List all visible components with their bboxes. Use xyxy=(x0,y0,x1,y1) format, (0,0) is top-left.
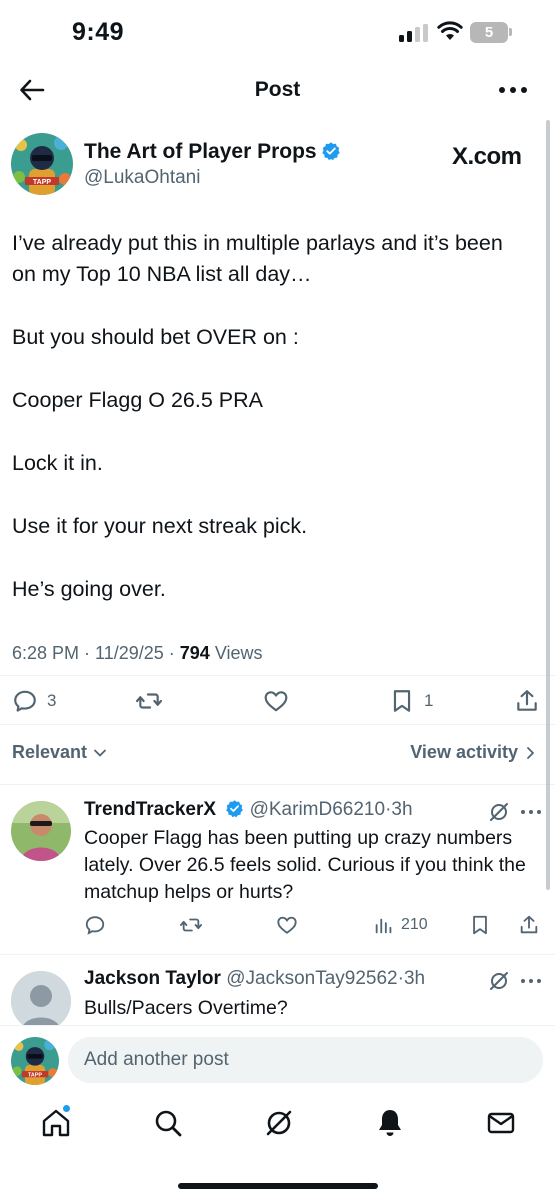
battery-icon: 5 xyxy=(470,22,512,43)
divider xyxy=(0,675,555,676)
reply-count: 3 xyxy=(47,691,57,710)
grok-icon xyxy=(266,1110,292,1136)
views-label: Views xyxy=(214,643,263,663)
view-activity-label: View activity xyxy=(410,742,518,762)
reply-button[interactable] xyxy=(84,914,106,936)
chevron-down-icon xyxy=(94,749,106,757)
post-paragraph: Use it for your next streak pick. xyxy=(12,514,308,538)
post-paragraph: Cooper Flagg O 26.5 PRA xyxy=(12,388,263,412)
like-button[interactable] xyxy=(263,687,289,715)
share-button[interactable] xyxy=(514,687,540,715)
divider xyxy=(0,724,555,725)
reply-text: Bulls/Pacers Overtime? xyxy=(84,997,288,1019)
relevant-filter-dropdown[interactable]: Relevant xyxy=(12,742,108,763)
add-post-input[interactable] xyxy=(68,1037,543,1083)
mail-icon xyxy=(487,1112,515,1134)
post-date: 11/29/25 xyxy=(95,643,164,663)
bookmark-button[interactable]: 1 xyxy=(389,687,433,715)
reply-author-handle[interactable]: @KarimD66210 xyxy=(250,799,385,820)
author-handle[interactable]: @LukaOhtani xyxy=(84,167,200,189)
repost-icon xyxy=(136,693,162,709)
author-name[interactable]: The Art of Player Props xyxy=(84,140,317,163)
status-bar: 9:49 5 xyxy=(0,0,555,66)
page-title: Post xyxy=(254,78,301,101)
heart-icon xyxy=(277,916,297,934)
scrollbar[interactable] xyxy=(546,120,550,890)
top-header: Post xyxy=(0,66,555,114)
home-notification-dot xyxy=(62,1104,71,1113)
reply-icon xyxy=(14,690,36,712)
repost-button[interactable] xyxy=(136,687,162,715)
reply-header: Jackson Taylor @JacksonTay92562·3h xyxy=(84,968,426,989)
reply-composer: TAPP xyxy=(0,1025,555,1097)
cellular-signal-icon xyxy=(399,24,428,42)
more-options-icon[interactable] xyxy=(498,86,528,94)
tab-messages[interactable] xyxy=(485,1107,517,1139)
grok-icon[interactable] xyxy=(488,801,510,823)
share-icon xyxy=(520,915,538,934)
chevron-right-icon xyxy=(527,747,534,760)
reply-icon xyxy=(85,916,105,935)
reply-author-name[interactable]: Jackson Taylor xyxy=(84,968,221,989)
bookmark-count: 1 xyxy=(424,691,434,710)
reply-action-bar: 210 xyxy=(0,914,555,940)
reply-header: TrendTrackerX @KarimD66210·3h xyxy=(84,799,413,820)
bookmark-icon xyxy=(473,915,487,935)
relevant-label: Relevant xyxy=(12,742,88,762)
tab-grok[interactable] xyxy=(263,1107,295,1139)
author-name-row[interactable]: The Art of Player Props xyxy=(84,140,341,164)
search-icon xyxy=(155,1110,182,1137)
source-watermark: X.com xyxy=(452,143,522,170)
svg-text:TAPP: TAPP xyxy=(28,1072,42,1078)
bookmark-button[interactable] xyxy=(469,914,491,936)
post-paragraph: Lock it in. xyxy=(12,451,103,475)
reply-avatar[interactable] xyxy=(11,971,71,1025)
bookmark-icon xyxy=(393,690,411,712)
bottom-tab-bar xyxy=(0,1097,555,1157)
share-icon xyxy=(517,690,537,711)
views-button[interactable]: 210 xyxy=(373,914,428,936)
view-activity-link[interactable]: View activity xyxy=(410,742,537,763)
share-button[interactable] xyxy=(518,914,540,936)
reply-item[interactable]: TrendTrackerX @KarimD66210·3h Cooper Fla… xyxy=(0,784,555,954)
post-text: I’ve already put this in multiple parlay… xyxy=(12,228,532,637)
post-action-bar: 3 1 xyxy=(0,683,555,719)
more-options-icon[interactable] xyxy=(520,978,542,984)
composer-avatar: TAPP xyxy=(11,1037,59,1085)
reply-item[interactable]: Jackson Taylor @JacksonTay92562·3h Bulls… xyxy=(0,954,555,1025)
wifi-icon xyxy=(437,21,463,40)
post-paragraph: He’s going over. xyxy=(12,577,166,601)
reply-time: 3h xyxy=(391,799,413,820)
views-count[interactable]: 794 xyxy=(180,643,210,663)
reply-views-count: 210 xyxy=(401,916,428,933)
tab-search[interactable] xyxy=(152,1107,184,1139)
reply-author-handle[interactable]: @JacksonTay92562 xyxy=(226,968,397,989)
reply-text: Cooper Flagg has been putting up crazy n… xyxy=(84,827,526,903)
post-paragraph: I’ve already put this in multiple parlay… xyxy=(12,231,503,286)
more-options-icon[interactable] xyxy=(520,809,542,815)
like-button[interactable] xyxy=(276,914,298,936)
home-indicator xyxy=(178,1183,378,1189)
reply-avatar[interactable] xyxy=(11,801,71,861)
bell-icon xyxy=(379,1110,401,1136)
svg-text:TAPP: TAPP xyxy=(33,179,51,186)
battery-level: 5 xyxy=(484,24,494,41)
reply-button[interactable]: 3 xyxy=(12,687,56,715)
reply-time: 3h xyxy=(403,968,426,989)
grok-icon[interactable] xyxy=(488,970,510,992)
views-chart-icon xyxy=(375,918,392,934)
verified-badge-icon xyxy=(321,142,340,161)
verified-badge-icon xyxy=(226,800,244,818)
repost-button[interactable] xyxy=(180,914,202,936)
author-avatar[interactable]: TAPP xyxy=(11,133,73,195)
tab-notifications[interactable] xyxy=(374,1107,406,1139)
heart-icon xyxy=(264,691,288,712)
reply-author-name[interactable]: TrendTrackerX xyxy=(84,799,216,820)
post-paragraph: But you should bet OVER on : xyxy=(12,325,299,349)
status-time: 9:49 xyxy=(72,18,125,46)
post-meta: 6:28 PM · 11/29/25 · 794 Views xyxy=(12,643,263,663)
repost-icon xyxy=(180,918,202,932)
post-time: 6:28 PM xyxy=(12,643,80,663)
